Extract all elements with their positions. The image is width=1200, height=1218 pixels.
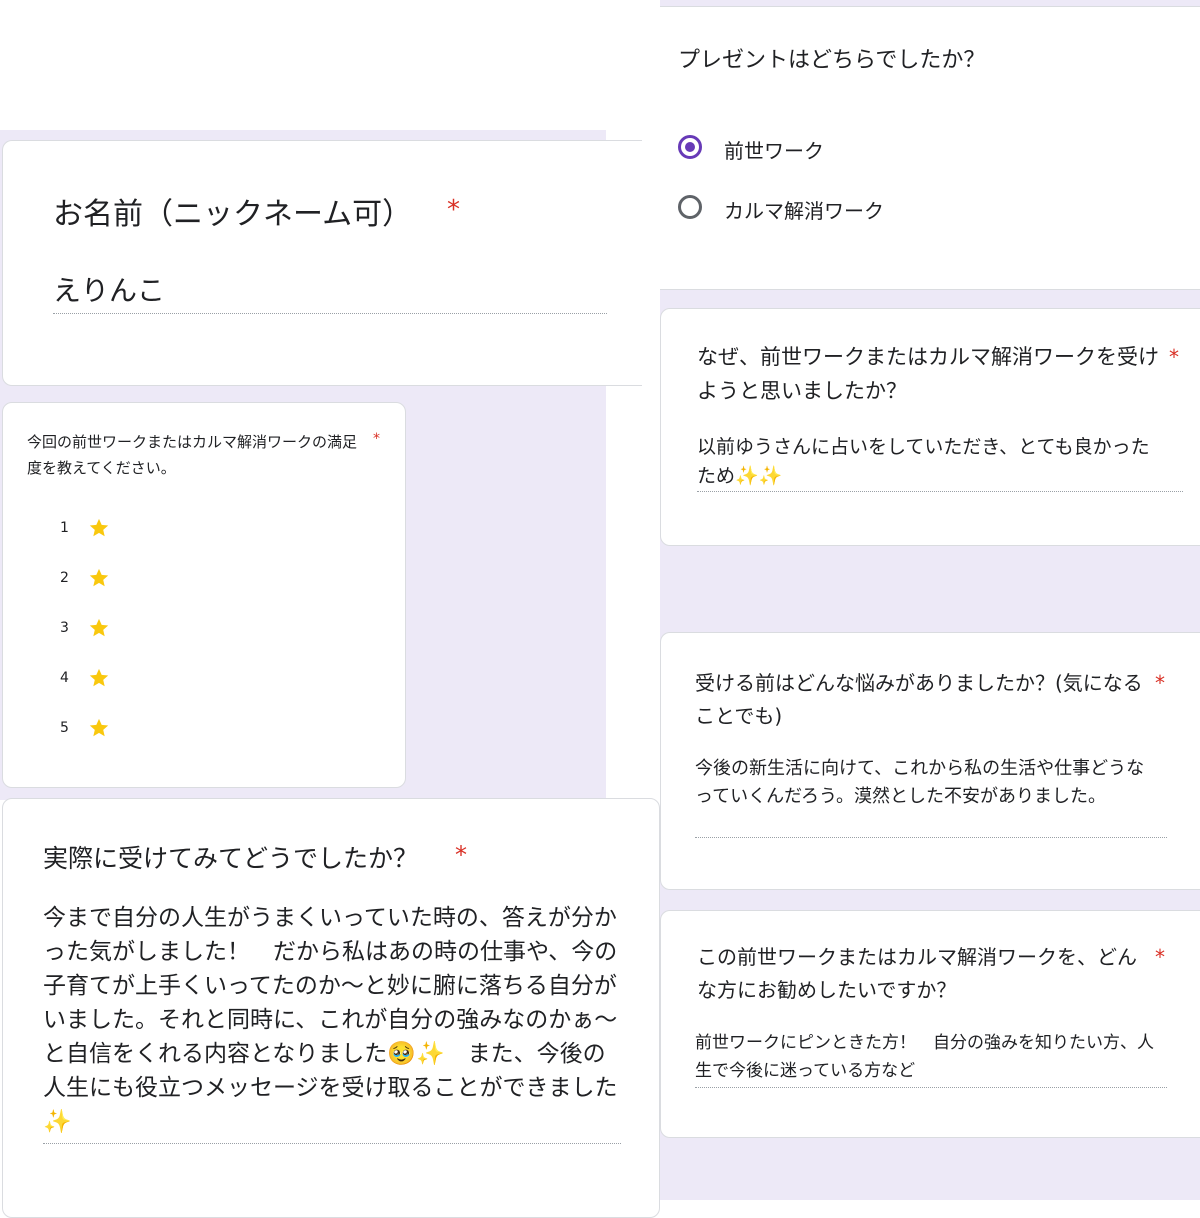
recommend-question-title: この前世ワークまたはカルマ解消ワークを、どんな方にお勧めしたいですか？ bbox=[697, 945, 1137, 1002]
rating-number: 3 bbox=[60, 620, 69, 636]
worry-question-title: 受ける前はどんな悩みがありましたか？(気になることでも) bbox=[695, 671, 1143, 728]
recommend-answer-underline bbox=[695, 1087, 1167, 1088]
recommend-answer-field[interactable]: 前世ワークにピンときた方！ 自分の強みを知りたい方、人生で今後に迷っている方など bbox=[695, 1029, 1155, 1085]
worry-question-card: 受ける前はどんな悩みがありましたか？(気になることでも) * 今後の新生活に向け… bbox=[660, 632, 1200, 890]
rating-row[interactable]: 3 bbox=[60, 613, 110, 643]
required-asterisk: * bbox=[1169, 345, 1179, 369]
name-answer-underline bbox=[53, 313, 607, 314]
required-asterisk: * bbox=[373, 431, 380, 447]
why-answer-underline bbox=[697, 491, 1183, 492]
experience-answer-underline bbox=[43, 1143, 621, 1144]
rating-row[interactable]: 4 bbox=[60, 663, 110, 693]
rating-row[interactable]: 2 bbox=[60, 563, 110, 593]
name-answer-field[interactable]: えりんこ bbox=[53, 269, 165, 312]
recommend-question-card: この前世ワークまたはカルマ解消ワークを、どんな方にお勧めしたいですか？ * 前世… bbox=[660, 910, 1200, 1138]
rating-number: 4 bbox=[60, 670, 69, 686]
star-icon[interactable] bbox=[88, 617, 110, 639]
star-icon[interactable] bbox=[88, 517, 110, 539]
required-asterisk: * bbox=[455, 841, 467, 869]
why-answer-field[interactable]: 以前ゆうさんに占いをしていただき、とても良かったため✨✨ bbox=[697, 433, 1163, 490]
rating-number: 2 bbox=[60, 570, 69, 586]
required-asterisk: * bbox=[447, 195, 460, 225]
radio-button-selected[interactable] bbox=[678, 135, 702, 159]
rating-row[interactable]: 5 bbox=[60, 713, 110, 743]
star-icon[interactable] bbox=[88, 717, 110, 739]
required-asterisk: * bbox=[1155, 671, 1165, 695]
worry-answer-underline bbox=[695, 837, 1167, 838]
experience-question-card: 実際に受けてみてどうでしたか？ * 今まで自分の人生がうまくいっていた時の、答え… bbox=[2, 798, 660, 1218]
rating-number: 5 bbox=[60, 720, 69, 736]
rating-row[interactable]: 1 bbox=[60, 513, 110, 543]
option-label-karma[interactable]: カルマ解消ワーク bbox=[724, 195, 884, 224]
option-label-zense[interactable]: 前世ワーク bbox=[724, 135, 824, 164]
star-icon[interactable] bbox=[88, 667, 110, 689]
gift-question-card: プレゼントはどちらでしたか？ 前世ワーク カルマ解消ワーク bbox=[660, 6, 1200, 290]
gift-question-title: プレゼントはどちらでしたか？ bbox=[678, 48, 986, 73]
name-question-title: お名前（ニックネーム可） bbox=[53, 197, 413, 232]
experience-question-title: 実際に受けてみてどうでしたか？ bbox=[43, 844, 419, 873]
satisfaction-question-title: 今回の前世ワークまたはカルマ解消ワークの満足度を教えてください。 bbox=[27, 433, 358, 478]
why-question-title: なぜ、前世ワークまたはカルマ解消ワークを受けようと思いましたか？ bbox=[697, 345, 1159, 403]
star-icon[interactable] bbox=[88, 567, 110, 589]
name-question-card: お名前（ニックネーム可） * えりんこ bbox=[2, 140, 642, 386]
required-asterisk: * bbox=[1155, 945, 1165, 969]
rating-number: 1 bbox=[60, 520, 69, 536]
radio-button-unselected[interactable] bbox=[678, 195, 702, 219]
worry-answer-field[interactable]: 今後の新生活に向けて、これから私の生活や仕事どうなっていくんだろう。漠然とした不… bbox=[695, 755, 1151, 811]
experience-answer-field[interactable]: 今まで自分の人生がうまくいっていた時の、答えが分かった気がしました！ だから私は… bbox=[43, 901, 621, 1139]
why-question-card: なぜ、前世ワークまたはカルマ解消ワークを受けようと思いましたか？ * 以前ゆうさ… bbox=[660, 308, 1200, 546]
